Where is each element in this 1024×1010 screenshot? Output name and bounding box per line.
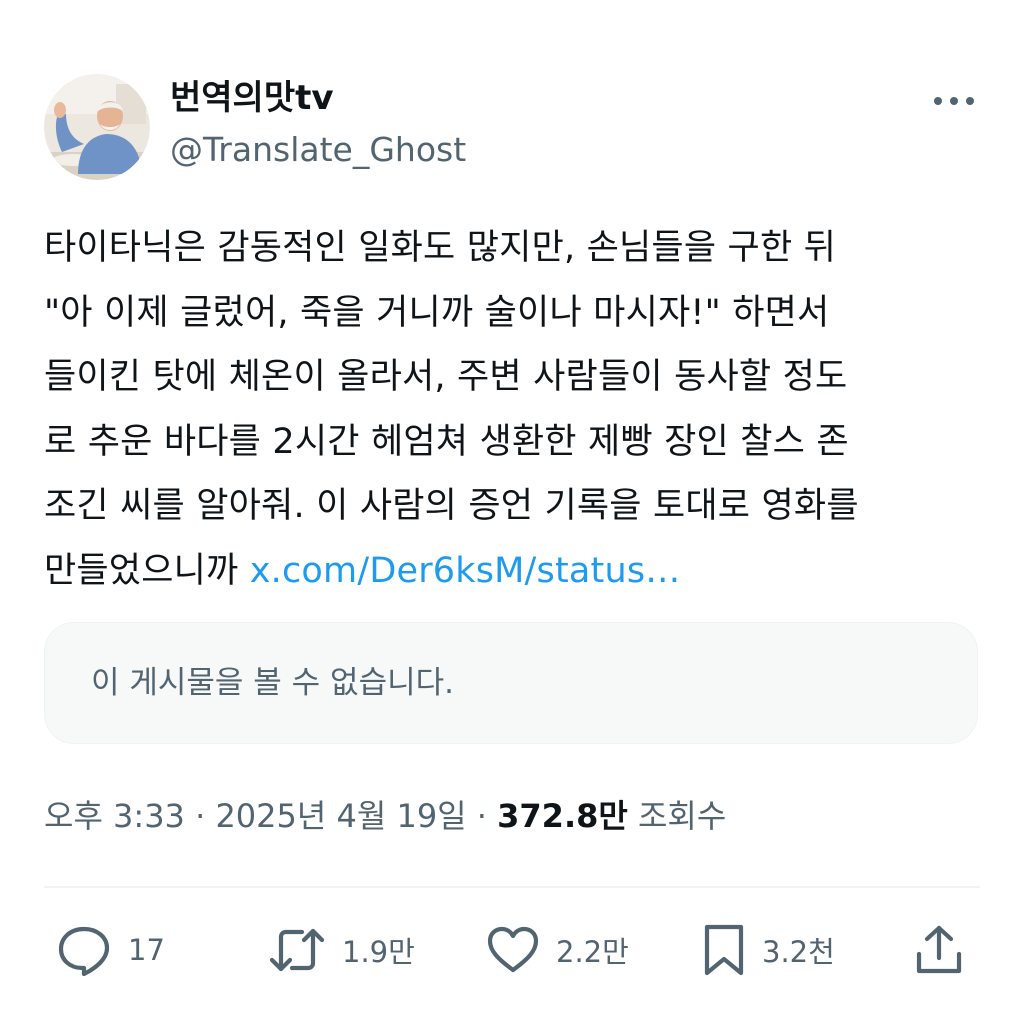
like-button[interactable]: 2.2만	[486, 920, 629, 980]
bookmark-button[interactable]: 3.2천	[702, 920, 835, 980]
tweet-text-line: 로 추운 바다를 2시간 헤엄쳐 생환한 제빵 장인 찰스 존	[44, 421, 849, 462]
quoted-post-unavailable-card: 이 게시물을 볼 수 없습니다.	[44, 622, 978, 744]
tweet-text-line: 조긴 씨를 알아줘. 이 사람의 증언 기록을 토대로 영화를	[44, 486, 859, 526]
tweet-text-last-line: 만들었으니까 x.com/Der6ksM/status…	[44, 539, 984, 604]
share-icon	[916, 925, 962, 974]
divider	[44, 886, 980, 888]
unavailable-message: 이 게시물을 볼 수 없습니다.	[91, 665, 454, 701]
tweet-text-line: 만들었으니까	[44, 550, 250, 591]
like-count: 2.2만	[556, 935, 629, 969]
tweet-text-line: "아 이제 글렀어, 죽을 거니까 술이나 마시자!" 하면서	[44, 292, 830, 333]
avatar-image	[44, 74, 150, 180]
heart-icon	[487, 926, 539, 973]
tweet-meta: 오후 3:33 · 2025년 4월 19일 · 372.8만 조회수	[44, 796, 726, 836]
retweet-button[interactable]: 1.9만	[268, 920, 415, 980]
tweet-text: 타이타닉은 감동적인 일화도 많지만, 손님들을 구한 뒤 "아 이제 글렀어,…	[44, 216, 984, 603]
more-horizontal-icon[interactable]	[930, 86, 978, 116]
reply-count: 17	[128, 933, 165, 967]
views-count[interactable]: 372.8만	[497, 797, 628, 835]
retweet-count: 1.9만	[342, 935, 415, 969]
reply-icon	[58, 926, 110, 976]
bookmark-count: 3.2천	[762, 935, 835, 969]
tweet-text-line: 타이타닉은 감동적인 일화도 많지만, 손님들을 구한 뒤	[44, 228, 837, 268]
meta-separator: ·	[466, 797, 498, 835]
tweet-link[interactable]: x.com/Der6ksM/status…	[250, 551, 681, 591]
meta-separator: ·	[184, 797, 216, 835]
tweet-text-line: 들이킨 탓에 체온이 올라서, 주변 사람들이 동사할 정도	[44, 357, 848, 397]
tweet-date[interactable]: 2025년 4월 19일	[215, 797, 466, 835]
user-handle[interactable]: @Translate_Ghost	[170, 130, 466, 170]
avatar[interactable]	[44, 74, 150, 180]
retweet-icon	[269, 928, 325, 972]
display-name[interactable]: 번역의맛tv	[170, 78, 334, 118]
reply-button[interactable]: 17	[56, 920, 165, 980]
bookmark-icon	[704, 924, 744, 976]
views-label: 조회수	[627, 797, 727, 835]
share-button[interactable]	[914, 920, 964, 980]
tweet-time[interactable]: 오후 3:33	[44, 797, 185, 835]
